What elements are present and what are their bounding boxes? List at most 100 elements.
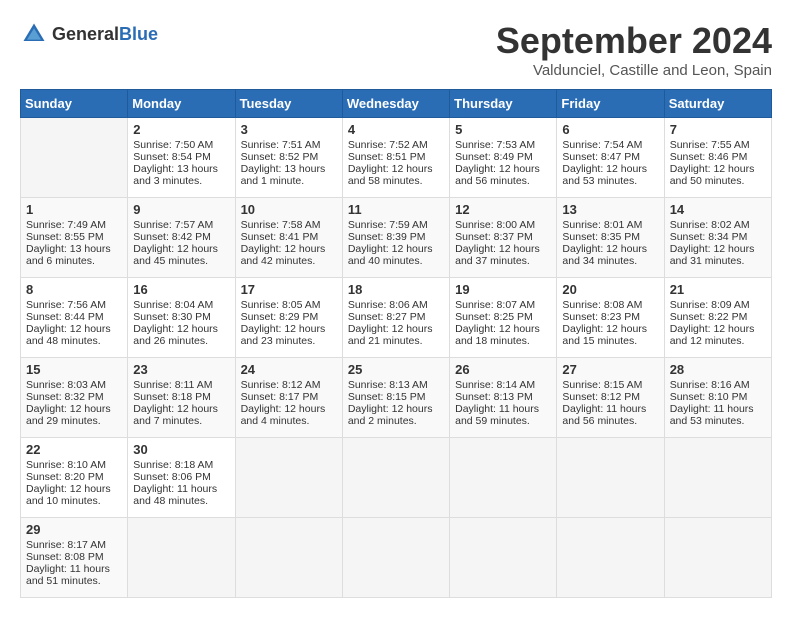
cell-content: Sunrise: 8:13 AM	[348, 379, 444, 391]
cell-content: Sunset: 8:32 PM	[26, 391, 122, 403]
week-row-6: 29 Sunrise: 8:17 AMSunset: 8:08 PMDayligh…	[21, 518, 772, 598]
day-number: 26	[455, 362, 551, 377]
calendar-cell: 30 Sunrise: 8:18 AMSunset: 8:06 PMDayligh…	[128, 438, 235, 518]
header: GeneralBlue September 2024 Valdunciel, C…	[20, 20, 772, 79]
cell-content: Sunset: 8:23 PM	[562, 311, 658, 323]
calendar-cell: 14Sunrise: 8:02 AMSunset: 8:34 PMDayligh…	[664, 198, 771, 278]
cell-content: Daylight: 12 hours and 53 minutes.	[562, 163, 658, 187]
calendar-cell: 21Sunrise: 8:09 AMSunset: 8:22 PMDayligh…	[664, 278, 771, 358]
header-saturday: Saturday	[664, 90, 771, 118]
calendar-table: Sunday Monday Tuesday Wednesday Thursday…	[20, 89, 772, 598]
cell-content: Daylight: 12 hours and 34 minutes.	[562, 243, 658, 267]
calendar-cell	[450, 438, 557, 518]
cell-content: Sunset: 8:15 PM	[348, 391, 444, 403]
cell-content: Daylight: 11 hours and 59 minutes.	[455, 403, 551, 427]
cell-content: Sunset: 8:41 PM	[241, 231, 337, 243]
cell-content: Sunrise: 8:08 AM	[562, 299, 658, 311]
header-tuesday: Tuesday	[235, 90, 342, 118]
calendar-cell: 24Sunrise: 8:12 AMSunset: 8:17 PMDayligh…	[235, 358, 342, 438]
cell-content: Daylight: 12 hours and 4 minutes.	[241, 403, 337, 427]
cell-content: Sunset: 8:17 PM	[241, 391, 337, 403]
day-number: 8	[26, 282, 122, 297]
calendar-cell: 15 Sunrise: 8:03 AMSunset: 8:32 PMDayligh…	[21, 358, 128, 438]
cell-content: Sunset: 8:37 PM	[455, 231, 551, 243]
cell-content: Sunrise: 8:11 AM	[133, 379, 229, 391]
day-number: 30	[133, 442, 229, 457]
cell-content: Sunrise: 8:18 AM	[133, 459, 229, 471]
cell-content: Daylight: 12 hours and 58 minutes.	[348, 163, 444, 187]
day-number: 9	[133, 202, 229, 217]
cell-content: Sunset: 8:44 PM	[26, 311, 122, 323]
header-monday: Monday	[128, 90, 235, 118]
day-number: 23	[133, 362, 229, 377]
cell-content: Daylight: 12 hours and 10 minutes.	[26, 483, 122, 507]
calendar-cell: 2Sunrise: 7:50 AMSunset: 8:54 PMDaylight…	[128, 118, 235, 198]
cell-content: Sunset: 8:20 PM	[26, 471, 122, 483]
calendar-cell	[450, 518, 557, 598]
days-header-row: Sunday Monday Tuesday Wednesday Thursday…	[21, 90, 772, 118]
calendar-cell: 25Sunrise: 8:13 AMSunset: 8:15 PMDayligh…	[342, 358, 449, 438]
cell-content: Sunset: 8:12 PM	[562, 391, 658, 403]
calendar-cell: 13Sunrise: 8:01 AMSunset: 8:35 PMDayligh…	[557, 198, 664, 278]
cell-content: Sunrise: 8:14 AM	[455, 379, 551, 391]
cell-content: Sunset: 8:42 PM	[133, 231, 229, 243]
day-number: 29	[26, 522, 122, 537]
calendar-cell	[21, 118, 128, 198]
cell-content: Daylight: 12 hours and 29 minutes.	[26, 403, 122, 427]
cell-content: Sunset: 8:27 PM	[348, 311, 444, 323]
calendar-cell: 22Sunrise: 8:10 AMSunset: 8:20 PMDayligh…	[21, 438, 128, 518]
day-number: 15	[26, 362, 122, 377]
header-wednesday: Wednesday	[342, 90, 449, 118]
cell-content: Daylight: 13 hours and 3 minutes.	[133, 163, 229, 187]
day-number: 24	[241, 362, 337, 377]
day-number: 6	[562, 122, 658, 137]
cell-content: Sunset: 8:29 PM	[241, 311, 337, 323]
day-number: 7	[670, 122, 766, 137]
day-number: 25	[348, 362, 444, 377]
day-number: 27	[562, 362, 658, 377]
day-number: 3	[241, 122, 337, 137]
calendar-cell: 29 Sunrise: 8:17 AMSunset: 8:08 PMDayligh…	[21, 518, 128, 598]
cell-content: Sunrise: 8:06 AM	[348, 299, 444, 311]
cell-content: Daylight: 12 hours and 12 minutes.	[670, 323, 766, 347]
cell-content: Sunset: 8:08 PM	[26, 551, 122, 563]
week-row-4: 15Sunrise: 8:03 AMSunset: 8:32 PMDayligh…	[21, 358, 772, 438]
day-number: 21	[670, 282, 766, 297]
cell-content: Sunset: 8:22 PM	[670, 311, 766, 323]
cell-content: Sunrise: 8:17 AM	[26, 539, 122, 551]
cell-content: Sunrise: 7:53 AM	[455, 139, 551, 151]
cell-content: Daylight: 12 hours and 50 minutes.	[670, 163, 766, 187]
calendar-cell: 1Sunrise: 7:49 AMSunset: 8:55 PMDaylight…	[21, 198, 128, 278]
cell-content: Sunset: 8:39 PM	[348, 231, 444, 243]
cell-content: Daylight: 11 hours and 51 minutes.	[26, 563, 122, 587]
day-number: 18	[348, 282, 444, 297]
cell-content: Daylight: 13 hours and 6 minutes.	[26, 243, 122, 267]
day-number: 28	[670, 362, 766, 377]
calendar-cell: 10Sunrise: 7:58 AMSunset: 8:41 PMDayligh…	[235, 198, 342, 278]
day-number: 4	[348, 122, 444, 137]
cell-content: Sunset: 8:47 PM	[562, 151, 658, 163]
week-row-1: 2Sunrise: 7:50 AMSunset: 8:54 PMDaylight…	[21, 118, 772, 198]
header-friday: Friday	[557, 90, 664, 118]
logo-blue: Blue	[119, 24, 158, 44]
calendar-cell: 27Sunrise: 8:15 AMSunset: 8:12 PMDayligh…	[557, 358, 664, 438]
calendar-cell	[557, 438, 664, 518]
calendar-cell: 28Sunrise: 8:16 AMSunset: 8:10 PMDayligh…	[664, 358, 771, 438]
calendar-cell: 12Sunrise: 8:00 AMSunset: 8:37 PMDayligh…	[450, 198, 557, 278]
cell-content: Sunrise: 8:16 AM	[670, 379, 766, 391]
cell-content: Daylight: 11 hours and 53 minutes.	[670, 403, 766, 427]
calendar-cell: 26Sunrise: 8:14 AMSunset: 8:13 PMDayligh…	[450, 358, 557, 438]
day-number: 20	[562, 282, 658, 297]
cell-content: Sunset: 8:06 PM	[133, 471, 229, 483]
day-number: 2	[133, 122, 229, 137]
cell-content: Daylight: 12 hours and 7 minutes.	[133, 403, 229, 427]
cell-content: Daylight: 12 hours and 15 minutes.	[562, 323, 658, 347]
cell-content: Sunrise: 7:50 AM	[133, 139, 229, 151]
cell-content: Daylight: 13 hours and 1 minute.	[241, 163, 337, 187]
calendar-cell	[128, 518, 235, 598]
day-number: 5	[455, 122, 551, 137]
cell-content: Daylight: 11 hours and 48 minutes.	[133, 483, 229, 507]
cell-content: Sunrise: 8:03 AM	[26, 379, 122, 391]
cell-content: Sunset: 8:34 PM	[670, 231, 766, 243]
header-thursday: Thursday	[450, 90, 557, 118]
